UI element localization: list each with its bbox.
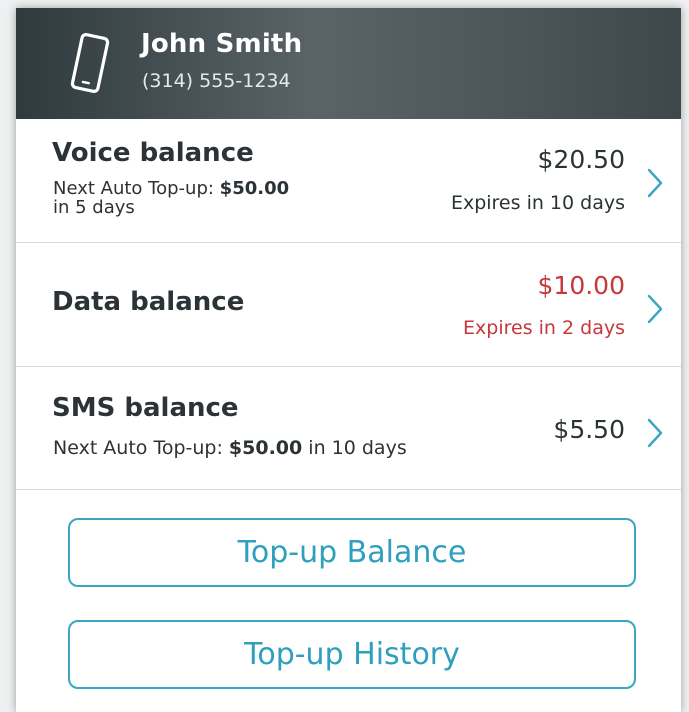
data-balance-row[interactable]: Data balance $10.00 Expires in 2 days [16,243,681,367]
voice-auto-topup-label: Next Auto Top-up: [53,178,220,199]
voice-balance-row[interactable]: Voice balance Next Auto Top-up: $50.00 i… [16,119,681,243]
voice-auto-topup-info: Next Auto Top-up: $50.00 in 5 days [53,179,289,217]
account-holder-name: John Smith [141,29,303,59]
app-frame: John Smith (314) 555-1234 Voice balance … [0,0,689,712]
voice-balance-title: Voice balance [52,138,254,168]
voice-auto-topup-amount: $50.00 [219,178,290,199]
voice-balance-expiry: Expires in 10 days [450,192,625,214]
chevron-right-icon[interactable] [647,418,663,448]
sms-auto-topup-label: Next Auto Top-up: [53,437,229,459]
topup-history-button[interactable]: Top-up History [68,620,636,689]
account-header: John Smith (314) 555-1234 [16,8,681,119]
data-balance-title: Data balance [52,287,245,317]
sms-auto-topup-when: in 10 days [302,437,407,459]
topup-balance-button[interactable]: Top-up Balance [68,518,636,587]
voice-auto-topup-when: in 5 days [53,197,135,218]
sms-auto-topup-info: Next Auto Top-up: $50.00 in 10 days [53,439,407,458]
sms-balance-row[interactable]: SMS balance Next Auto Top-up: $50.00 in … [16,367,681,490]
sms-auto-topup-amount: $50.00 [228,437,303,459]
data-balance-expiry: Expires in 2 days [463,317,625,339]
chevron-right-icon[interactable] [647,294,663,324]
data-balance-amount: $10.00 [537,271,625,300]
voice-balance-amount: $20.50 [537,145,625,174]
chevron-right-icon[interactable] [647,168,663,198]
sms-balance-title: SMS balance [52,393,239,423]
sms-balance-amount: $5.50 [553,415,625,444]
account-card: John Smith (314) 555-1234 Voice balance … [16,8,681,712]
account-phone-number: (314) 555-1234 [142,70,291,92]
smartphone-icon [70,33,110,93]
